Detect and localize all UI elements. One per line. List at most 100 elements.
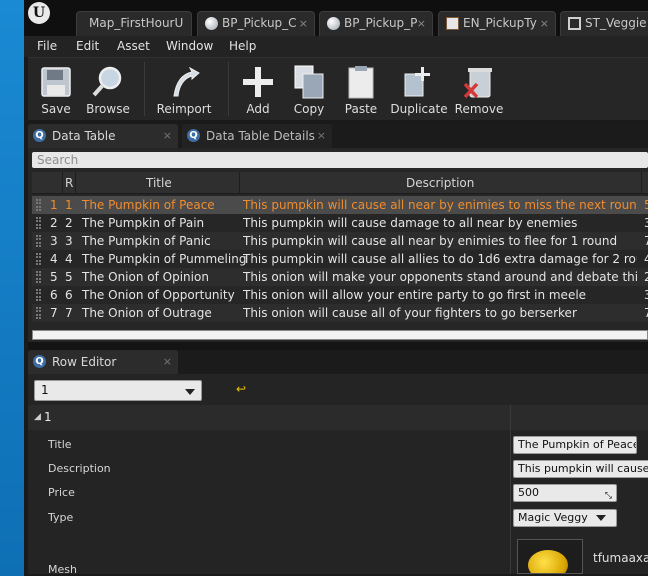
- copy-button[interactable]: Copy: [283, 58, 335, 120]
- menu-edit[interactable]: Edit: [76, 39, 99, 53]
- drag-handle-icon[interactable]: [36, 271, 41, 283]
- mesh-thumbnail[interactable]: [517, 539, 583, 574]
- close-icon[interactable]: ×: [417, 12, 426, 35]
- type-value: Magic Veggy: [518, 511, 588, 524]
- tab-label: BP_Pickup_P: [344, 16, 418, 30]
- reimport-button[interactable]: Reimport: [152, 58, 216, 120]
- title-field[interactable]: The Pumpkin of Peace: [513, 436, 637, 454]
- drag-handle-icon[interactable]: [36, 289, 41, 301]
- tab-label: Map_FirstHourU: [89, 16, 184, 30]
- row-editor-tab-bar: Q Row Editor ×: [28, 350, 648, 374]
- tab-en-pickup-type[interactable]: EN_PickupTy ×: [438, 11, 556, 36]
- menu-asset[interactable]: Asset: [117, 39, 150, 53]
- row-price: 5: [644, 198, 648, 212]
- property-column-divider[interactable]: [510, 405, 511, 574]
- type-dropdown[interactable]: Magic Veggy: [513, 509, 617, 527]
- row-title: The Onion of Opportunity: [82, 288, 235, 302]
- row-name: 1: [65, 198, 73, 212]
- menu-bar: File Edit Asset Window Help: [24, 36, 648, 57]
- struct-grid-icon: [568, 17, 581, 30]
- table-row[interactable]: 6 6 The Onion of Opportunity This onion …: [32, 286, 648, 304]
- close-icon[interactable]: ×: [317, 124, 326, 148]
- duplicate-button[interactable]: Duplicate: [387, 58, 451, 120]
- reset-to-default-icon[interactable]: ↩: [236, 382, 250, 396]
- reimport-arrow-icon: [173, 66, 200, 97]
- tab-row-editor[interactable]: Q Row Editor ×: [28, 350, 178, 374]
- row-description: This pumpkin will cause all near by enim…: [243, 198, 637, 212]
- save-button[interactable]: Save: [28, 58, 84, 120]
- row-title: The Pumpkin of Pain: [82, 216, 205, 230]
- browse-button[interactable]: Browse: [80, 58, 136, 120]
- drag-handle-icon[interactable]: [36, 253, 41, 265]
- table-row[interactable]: 3 3 The Pumpkin of Panic This pumpkin wi…: [32, 232, 648, 250]
- blueprint-sphere-icon: [327, 17, 340, 30]
- description-field[interactable]: This pumpkin will cause a: [513, 460, 648, 478]
- row-price: 7: [644, 306, 648, 320]
- column-header-description[interactable]: Description: [406, 176, 474, 190]
- paste-button[interactable]: Paste: [335, 58, 387, 120]
- splitter[interactable]: [28, 342, 648, 350]
- copy-icon: [294, 65, 324, 99]
- toolbar: Save Browse Reimport Add Copy Paste Dupl…: [28, 57, 648, 120]
- reimport-label: Reimport: [156, 102, 212, 116]
- tab-bp-pickup-p[interactable]: BP_Pickup_P ×: [319, 11, 433, 36]
- table-row[interactable]: 2 2 The Pumpkin of Pain This pumpkin wil…: [32, 214, 648, 232]
- copy-label: Copy: [293, 102, 325, 116]
- close-icon[interactable]: ×: [163, 124, 172, 148]
- tab-map-first-hour[interactable]: Map_FirstHourU: [76, 11, 192, 36]
- price-value: 500: [518, 486, 539, 499]
- column-header-row[interactable]: R: [65, 176, 73, 190]
- prop-price-label: Price: [48, 486, 75, 499]
- drag-handle-icon[interactable]: [36, 307, 41, 319]
- row-price: 3: [644, 288, 648, 302]
- row-select-dropdown[interactable]: 1: [34, 380, 202, 401]
- collapse-triangle-icon[interactable]: ◢: [34, 412, 41, 422]
- toolbar-divider: [144, 62, 145, 116]
- column-header-title[interactable]: Title: [146, 176, 172, 190]
- tab-label: BP_Pickup_C: [222, 16, 297, 30]
- menu-window[interactable]: Window: [166, 39, 213, 53]
- ue-logo-icon[interactable]: U: [28, 2, 50, 24]
- table-row[interactable]: 5 5 The Onion of Opinion This onion will…: [32, 268, 648, 286]
- chevron-down-icon: [596, 515, 606, 521]
- magnifier-icon: Q: [33, 129, 46, 142]
- tab-label: ST_Veggie: [585, 16, 647, 30]
- tab-st-veggie[interactable]: ST_Veggie: [560, 11, 648, 36]
- price-field[interactable]: 500 ⤡: [513, 484, 617, 502]
- tab-label: Data Table: [52, 129, 116, 143]
- row-index: 4: [50, 252, 58, 266]
- row-description: This pumpkin will cause all allies to do…: [243, 252, 637, 266]
- desktop-edge: [0, 0, 24, 576]
- drag-handle-icon[interactable]: [36, 217, 41, 229]
- tab-bp-pickup-c[interactable]: BP_Pickup_C ×: [197, 11, 315, 36]
- row-name: 4: [65, 252, 73, 266]
- drag-handle-icon[interactable]: [36, 235, 41, 247]
- remove-button[interactable]: Remove: [451, 58, 507, 120]
- table-row[interactable]: 1 1 The Pumpkin of Peace This pumpkin wi…: [32, 196, 648, 214]
- menu-file[interactable]: File: [37, 39, 57, 53]
- row-index: 3: [50, 234, 58, 248]
- drag-handle-icon[interactable]: [36, 199, 41, 211]
- table-header: R Title Description: [32, 172, 648, 194]
- tab-data-table[interactable]: Q Data Table ×: [28, 124, 178, 148]
- add-button[interactable]: Add: [233, 58, 283, 120]
- paste-label: Paste: [344, 102, 378, 116]
- row-index: 6: [50, 288, 58, 302]
- category-row[interactable]: ◢ 1: [28, 405, 648, 430]
- table-row[interactable]: 4 4 The Pumpkin of Pummeling This pumpki…: [32, 250, 648, 268]
- close-icon[interactable]: ×: [299, 12, 308, 35]
- tab-label: Data Table Details: [206, 129, 315, 143]
- tab-data-table-details[interactable]: Q Data Table Details ×: [182, 124, 332, 148]
- column-divider: [641, 172, 642, 194]
- horizontal-scrollbar[interactable]: [32, 330, 648, 340]
- search-input[interactable]: Search: [32, 152, 648, 168]
- duplicate-label: Duplicate: [390, 102, 448, 116]
- magnifier-icon: Q: [33, 355, 46, 368]
- close-icon[interactable]: ×: [163, 350, 172, 374]
- menu-help[interactable]: Help: [229, 39, 256, 53]
- mesh-asset-name: tfumaaxaa_: [593, 551, 648, 565]
- row-name: 7: [65, 306, 73, 320]
- magnifier-icon: Q: [187, 129, 200, 142]
- close-icon[interactable]: ×: [540, 12, 549, 35]
- table-row[interactable]: 7 7 The Onion of Outrage This onion will…: [32, 304, 648, 322]
